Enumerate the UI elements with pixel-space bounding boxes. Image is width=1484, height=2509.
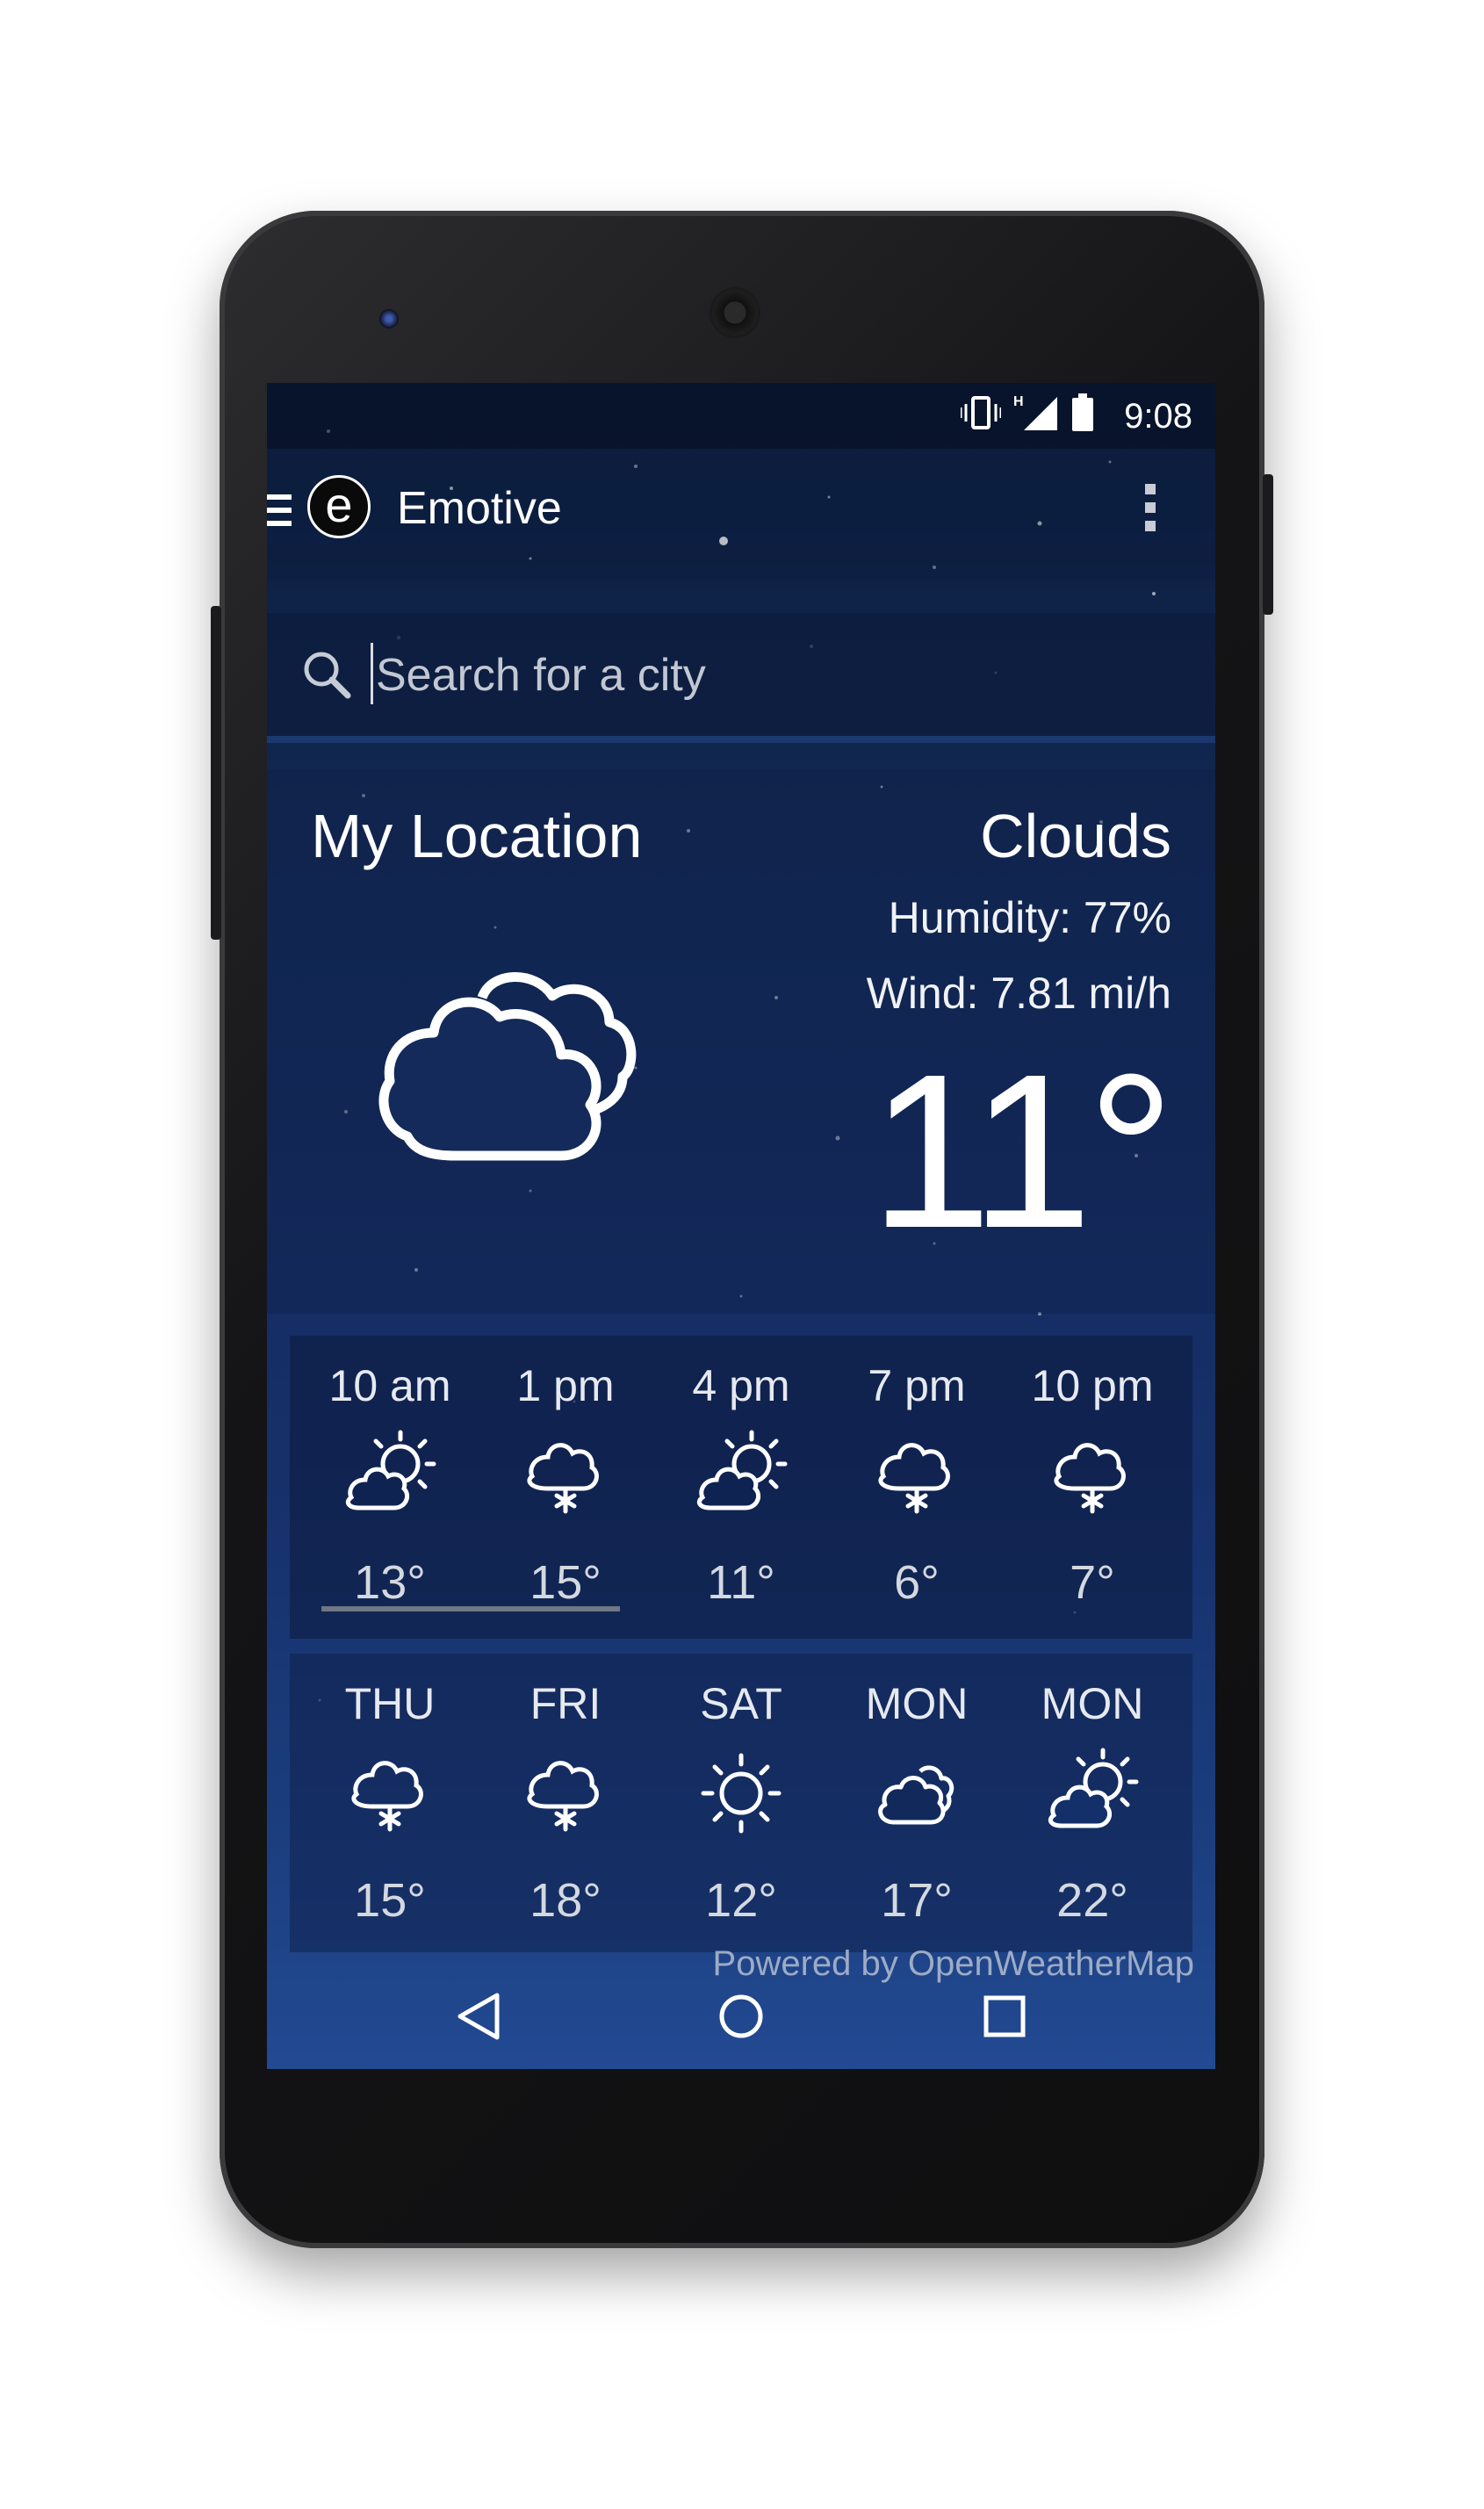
daily-forecast: THU 15° FRI 18° SAT 12° MON 17° MON 22° <box>290 1654 1192 1952</box>
forecast-time: 10 pm <box>1031 1361 1154 1410</box>
partly-cloudy-icon <box>696 1430 788 1510</box>
forecast-slot: 10 pm 7° <box>1005 1336 1180 1639</box>
snow-icon <box>527 1761 599 1832</box>
hourly-forecast: 10 am 13° 1 pm 15° 4 pm 11° 7 pm 6° 10 p… <box>290 1336 1192 1639</box>
forecast-day: MON <box>1041 1679 1144 1728</box>
partly-cloudy-icon <box>1048 1748 1139 1828</box>
forecast-slot: 7 pm 6° <box>829 1336 1005 1639</box>
current-temperature: 11° <box>869 1028 1175 1273</box>
forecast-slot: FRI 18° <box>478 1654 653 1952</box>
battery-icon <box>1072 393 1093 431</box>
wind-value: Wind: 7.81 mi/h <box>866 969 1171 1018</box>
humidity-value: Humidity: 77% <box>888 893 1171 942</box>
forecast-slot: MON 17° <box>829 1654 1005 1952</box>
search-icon <box>304 652 351 699</box>
status-time: 9:08 <box>1124 397 1192 436</box>
app-screen: H 9:08 e Emotive My Location Clouds <box>267 383 1215 2069</box>
forecast-day: FRI <box>529 1679 602 1728</box>
forecast-time: 1 pm <box>516 1361 615 1410</box>
power-button <box>1263 474 1273 615</box>
search-bar <box>267 613 1215 743</box>
snow-icon <box>878 1443 950 1514</box>
signal-icon: H <box>1013 394 1057 430</box>
forecast-slot: MON 22° <box>1005 1654 1180 1952</box>
snow-icon <box>1054 1443 1126 1514</box>
network-type-label: H <box>1013 394 1024 409</box>
snow-icon <box>351 1761 423 1832</box>
forecast-slot: SAT 12° <box>653 1654 829 1952</box>
vibrate-icon <box>961 396 1001 429</box>
app-logo[interactable]: e <box>307 475 371 538</box>
forecast-slot: 1 pm 15° <box>478 1336 653 1639</box>
app-bar: e Emotive <box>267 449 1215 580</box>
forecast-time: 7 pm <box>868 1361 966 1410</box>
volume-button <box>211 606 221 940</box>
forecast-slot: THU 15° <box>302 1654 478 1952</box>
forecast-temp: 6° <box>894 1556 940 1609</box>
overflow-menu-icon[interactable] <box>1145 484 1157 539</box>
forecast-temp: 7° <box>1070 1556 1115 1609</box>
forecast-temp: 12° <box>705 1874 777 1927</box>
forecast-day: THU <box>344 1679 436 1728</box>
forecast-day: SAT <box>700 1679 782 1728</box>
forecast-temp: 11° <box>707 1556 775 1609</box>
status-bar: H 9:08 <box>267 383 1215 449</box>
forecast-temp: 17° <box>881 1874 953 1927</box>
clouds-icon <box>878 1765 955 1825</box>
sun-icon <box>701 1753 782 1834</box>
forecast-slot: 4 pm 11° <box>653 1336 829 1639</box>
weather-condition: Clouds <box>980 802 1171 870</box>
location-name: My Location <box>311 802 643 870</box>
snow-icon <box>527 1443 599 1514</box>
forecast-time: 4 pm <box>692 1361 790 1410</box>
clouds-icon <box>378 972 637 1161</box>
forecast-temp: 13° <box>354 1556 426 1609</box>
current-weather-card: My Location Clouds Humidity: 77% Wind: 7… <box>267 769 1215 1314</box>
forecast-temp: 15° <box>529 1556 602 1609</box>
status-icons: H <box>961 393 1094 432</box>
forecast-slot: 10 am 13° <box>302 1336 478 1639</box>
search-input[interactable] <box>371 639 1168 711</box>
forecast-temp: 22° <box>1056 1874 1128 1927</box>
forecast-temp: 18° <box>529 1874 602 1927</box>
menu-icon[interactable] <box>267 494 293 533</box>
recents-icon[interactable] <box>980 1990 1029 2043</box>
home-icon[interactable] <box>717 1990 766 2043</box>
navigation-bar <box>267 1964 1215 2069</box>
front-camera <box>379 309 399 328</box>
forecast-temp: 15° <box>354 1874 426 1927</box>
partly-cloudy-icon <box>345 1430 436 1510</box>
forecast-day: MON <box>865 1679 969 1728</box>
hourly-scroll-indicator <box>321 1606 620 1611</box>
app-title: Emotive <box>397 483 562 534</box>
earpiece-speaker <box>710 287 760 338</box>
back-icon[interactable] <box>453 1990 502 2043</box>
forecast-time: 10 am <box>328 1361 451 1410</box>
